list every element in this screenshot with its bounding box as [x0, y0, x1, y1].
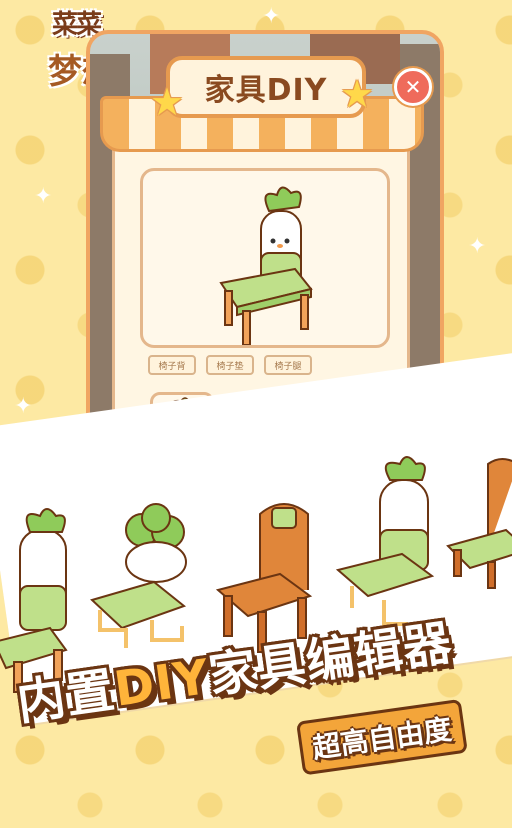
tab-backrest[interactable]: 椅子背: [148, 355, 196, 375]
tab-cushion[interactable]: 椅子垫: [206, 355, 254, 375]
partial-chair-icon: [446, 458, 512, 589]
slogan-part1: 内置: [13, 662, 119, 732]
broccoli-chair-icon: [90, 503, 187, 648]
radish-chair-icon: [219, 186, 313, 345]
chair-preview: [140, 168, 390, 348]
tab-legs[interactable]: 椅子腿: [264, 355, 312, 375]
star-icon: ★: [340, 72, 375, 116]
star-icon: ★: [150, 80, 185, 124]
sparkle-icon: ✦: [34, 184, 53, 209]
dialog-title: 家具DIY: [204, 73, 328, 108]
dialog-title-board: 家具DIY: [166, 56, 366, 118]
slogan-highlight: DIY: [110, 648, 214, 718]
sparkle-icon: ✦: [468, 234, 487, 259]
close-icon: ✕: [404, 75, 422, 99]
close-button[interactable]: ✕: [394, 68, 432, 106]
sparkle-icon: ✦: [262, 4, 281, 29]
radish-cushion-chair-icon: [335, 456, 435, 626]
sparkle-icon: ✦: [14, 394, 33, 419]
part-tabs: 椅子背 椅子垫 椅子腿: [148, 355, 312, 375]
